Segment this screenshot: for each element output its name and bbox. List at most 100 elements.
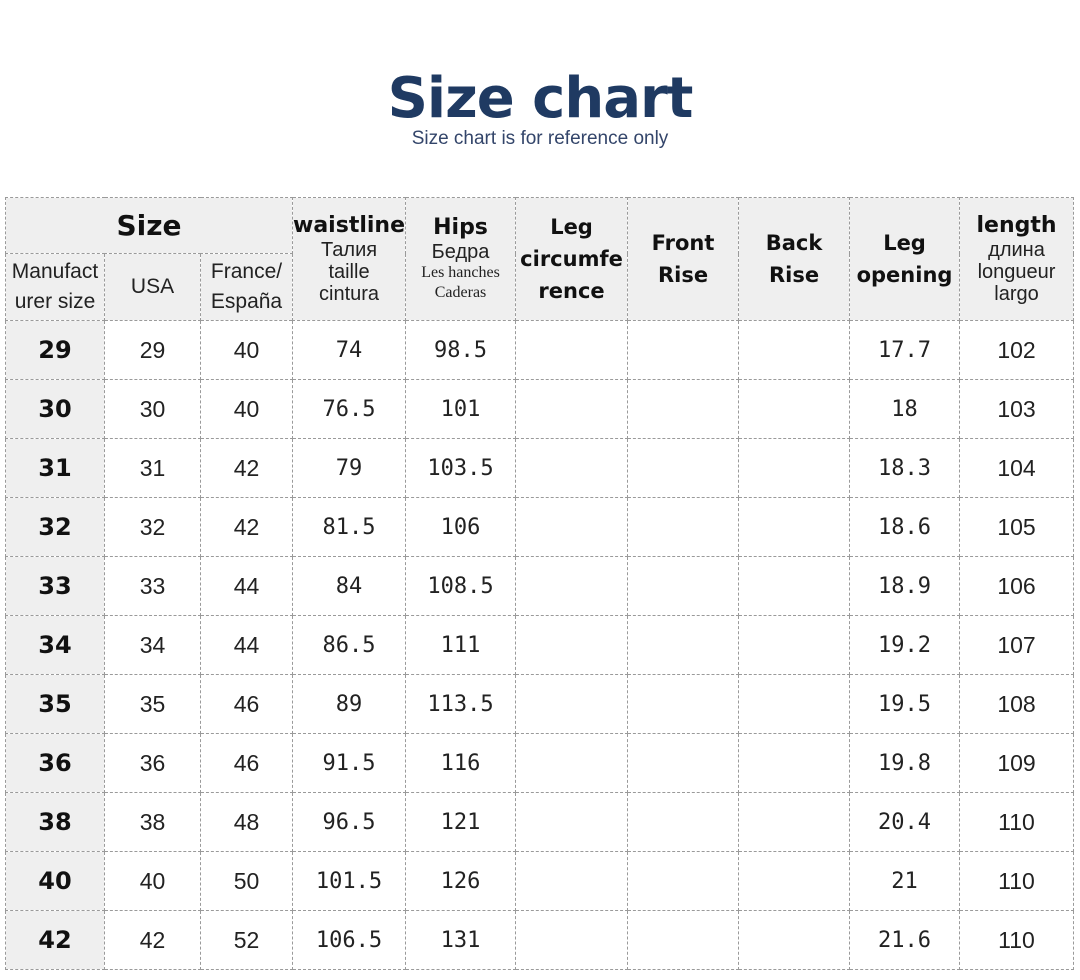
length-cell: 104 bbox=[959, 438, 1075, 498]
table-row: 34 34 44 86.5 111 19.2 107 bbox=[5, 615, 1075, 675]
waistline-cell: 101.5 bbox=[292, 851, 407, 911]
front-rise-cell bbox=[627, 497, 740, 557]
waistline-cell: 74 bbox=[292, 320, 407, 380]
length-label-fr: longueur bbox=[977, 261, 1056, 283]
size-chart-table-container: Size waistline Талия taille cintura Hips… bbox=[4, 197, 1075, 970]
waistline-label-ru: Талия bbox=[320, 239, 378, 261]
front-rise-cell bbox=[627, 910, 740, 970]
leg-circumference-cell bbox=[515, 615, 629, 675]
waistline-cell: 89 bbox=[292, 674, 407, 734]
france-size-cell: 40 bbox=[199, 379, 294, 439]
hips-cell: 103.5 bbox=[405, 438, 517, 498]
table-row: 36 36 46 91.5 116 19.8 109 bbox=[5, 733, 1075, 793]
front-rise-header: Front Rise bbox=[627, 197, 740, 321]
front-rise-cell bbox=[627, 438, 740, 498]
leg-circumference-cell bbox=[515, 320, 629, 380]
waistline-header: waistline Талия taille cintura bbox=[292, 197, 407, 321]
leg-circumference-cell bbox=[515, 910, 629, 970]
waistline-cell: 81.5 bbox=[292, 497, 407, 557]
hips-header: Hips Бедра Les hanches Caderas bbox=[405, 197, 517, 321]
front-rise-cell bbox=[627, 792, 740, 852]
leg-circumference-header: Leg circumfe rence bbox=[515, 197, 629, 321]
manufacturer-size-cell: 38 bbox=[5, 792, 105, 852]
manufacturer-size-cell: 29 bbox=[5, 320, 105, 380]
back-rise-cell bbox=[738, 379, 851, 439]
waistline-cell: 91.5 bbox=[292, 733, 407, 793]
leg-circumference-cell bbox=[515, 733, 629, 793]
back-rise-cell bbox=[738, 851, 851, 911]
size-group-label: Size bbox=[116, 208, 182, 242]
table-row: 33 33 44 84 108.5 18.9 106 bbox=[5, 556, 1075, 616]
table-row: 30 30 40 76.5 101 18 103 bbox=[5, 379, 1075, 439]
usa-size-cell: 30 bbox=[104, 379, 201, 439]
hips-cell: 121 bbox=[405, 792, 517, 852]
leg-circumference-cell bbox=[515, 379, 629, 439]
leg-opening-cell: 18 bbox=[849, 379, 961, 439]
length-cell: 110 bbox=[959, 792, 1075, 852]
leg-circumference-cell bbox=[515, 674, 629, 734]
leg-opening-cell: 21 bbox=[849, 851, 961, 911]
leg-circumference-cell bbox=[515, 556, 629, 616]
front-rise-cell bbox=[627, 733, 740, 793]
table-row: 40 40 50 101.5 126 21 110 bbox=[5, 851, 1075, 911]
length-header: length длина longueur largo bbox=[959, 197, 1075, 321]
leg-opening-cell: 19.5 bbox=[849, 674, 961, 734]
manufacturer-size-cell: 33 bbox=[5, 556, 105, 616]
usa-size-cell: 38 bbox=[104, 792, 201, 852]
leg-opening-cell: 18.3 bbox=[849, 438, 961, 498]
france-size-cell: 42 bbox=[199, 438, 294, 498]
table-row: 42 42 52 106.5 131 21.6 110 bbox=[5, 910, 1075, 970]
france-size-cell: 40 bbox=[199, 320, 294, 380]
hips-cell: 126 bbox=[405, 851, 517, 911]
leg-opening-cell: 20.4 bbox=[849, 792, 961, 852]
length-cell: 108 bbox=[959, 674, 1075, 734]
leg-opening-cell: 18.9 bbox=[849, 556, 961, 616]
front-rise-label: Front Rise bbox=[651, 231, 715, 287]
waistline-cell: 96.5 bbox=[292, 792, 407, 852]
page-subtitle: Size chart is for reference only bbox=[411, 128, 669, 149]
france-size-cell: 44 bbox=[199, 556, 294, 616]
leg-opening-header: Leg opening bbox=[849, 197, 961, 321]
front-rise-cell bbox=[627, 851, 740, 911]
france-size-cell: 50 bbox=[199, 851, 294, 911]
france-size-cell: 52 bbox=[199, 910, 294, 970]
back-rise-cell bbox=[738, 497, 851, 557]
leg-opening-cell: 18.6 bbox=[849, 497, 961, 557]
manufacturer-size-cell: 34 bbox=[5, 615, 105, 675]
hips-cell: 98.5 bbox=[405, 320, 517, 380]
waistline-cell: 76.5 bbox=[292, 379, 407, 439]
usa-header: USA bbox=[104, 253, 201, 321]
manufacturer-size-header: Manufact urer size bbox=[5, 253, 105, 321]
length-label: length bbox=[976, 213, 1057, 238]
length-cell: 107 bbox=[959, 615, 1075, 675]
waistline-cell: 84 bbox=[292, 556, 407, 616]
manufacturer-size-cell: 36 bbox=[5, 733, 105, 793]
length-cell: 105 bbox=[959, 497, 1075, 557]
waistline-label-es: cintura bbox=[319, 283, 380, 305]
france-size-cell: 46 bbox=[199, 733, 294, 793]
manufacturer-size-cell: 42 bbox=[5, 910, 105, 970]
table-row: 32 32 42 81.5 106 18.6 105 bbox=[5, 497, 1075, 557]
usa-size-cell: 34 bbox=[104, 615, 201, 675]
manufacturer-size-cell: 32 bbox=[5, 497, 105, 557]
waistline-cell: 106.5 bbox=[292, 910, 407, 970]
hips-cell: 116 bbox=[405, 733, 517, 793]
france-size-cell: 46 bbox=[199, 674, 294, 734]
length-cell: 103 bbox=[959, 379, 1075, 439]
usa-size-cell: 40 bbox=[104, 851, 201, 911]
length-cell: 102 bbox=[959, 320, 1075, 380]
front-rise-cell bbox=[627, 556, 740, 616]
length-cell: 110 bbox=[959, 851, 1075, 911]
table-row: 38 38 48 96.5 121 20.4 110 bbox=[5, 792, 1075, 852]
size-group-header: Size bbox=[4, 197, 294, 254]
hips-cell: 106 bbox=[405, 497, 517, 557]
waistline-label-fr: taille bbox=[328, 261, 370, 283]
size-chart-table: Size waistline Талия taille cintura Hips… bbox=[4, 197, 1075, 970]
manufacturer-size-cell: 30 bbox=[5, 379, 105, 439]
hips-cell: 111 bbox=[405, 615, 517, 675]
waistline-label: waistline bbox=[293, 213, 406, 238]
front-rise-cell bbox=[627, 674, 740, 734]
hips-cell: 108.5 bbox=[405, 556, 517, 616]
manufacturer-size-cell: 31 bbox=[5, 438, 105, 498]
back-rise-cell bbox=[738, 615, 851, 675]
